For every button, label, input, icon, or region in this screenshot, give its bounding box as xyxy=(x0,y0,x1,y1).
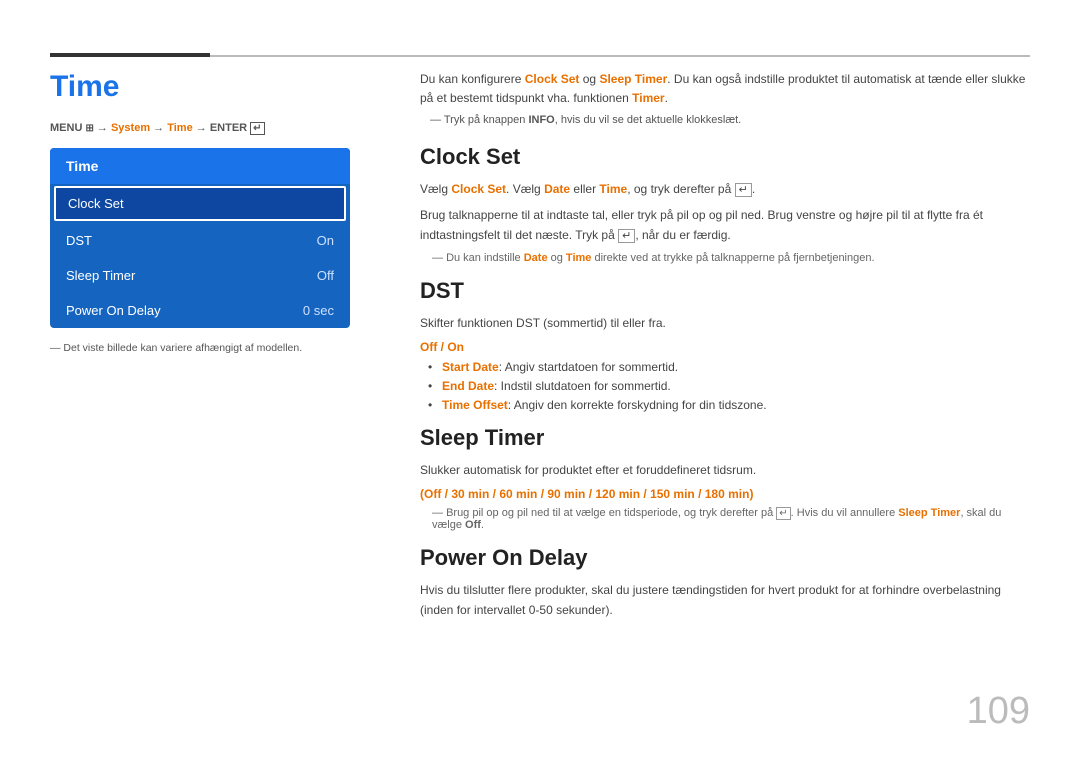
section-title-power-on-delay: Power On Delay xyxy=(420,545,1030,571)
menu-system: System xyxy=(111,122,150,134)
power-on-delay-label: Power On Delay xyxy=(66,303,161,318)
left-panel: Time MENU ⊞ → System → Time → ENTER ↵ Ti… xyxy=(50,70,370,354)
clock-set-para1: Vælg Clock Set. Vælg Date eller Time, og… xyxy=(420,180,1030,200)
dst-bullet-list: Start Date: Angiv startdatoen for sommer… xyxy=(428,358,1030,416)
section-title-dst: DST xyxy=(420,278,1030,304)
dst-label: DST xyxy=(66,233,92,248)
intro-timer-ref: Timer xyxy=(632,91,664,105)
right-panel: Du kan konfigurere Clock Set og Sleep Ti… xyxy=(420,70,1030,627)
power-on-delay-value: 0 sec xyxy=(303,303,334,318)
sleep-timer-para1: Slukker automatisk for produktet efter e… xyxy=(420,461,1030,481)
dst-bullet-time-offset: Time Offset: Angiv den korrekte forskydn… xyxy=(428,396,1030,415)
menu-path: MENU ⊞ → System → Time → ENTER ↵ xyxy=(50,122,370,134)
clock-set-para2: Brug talknapperne til at indtaste tal, e… xyxy=(420,206,1030,246)
sleep-timer-label: Sleep Timer xyxy=(66,268,135,283)
intro-note: Tryk på knappen INFO, hvis du vil se det… xyxy=(420,114,1030,126)
dst-off-on-label: Off / On xyxy=(420,340,1030,354)
intro-paragraph: Du kan konfigurere Clock Set og Sleep Ti… xyxy=(420,70,1030,108)
clock-set-note: Du kan indstille Date og Time direkte ve… xyxy=(420,252,1030,264)
menu-time: Time xyxy=(167,122,192,134)
power-on-delay-para1: Hvis du tilslutter flere produkter, skal… xyxy=(420,581,1030,621)
section-title-sleep-timer: Sleep Timer xyxy=(420,425,1030,451)
ui-menu-item-sleep-timer[interactable]: Sleep Timer Off xyxy=(50,258,350,293)
menu-path-text: MENU xyxy=(50,122,85,134)
sleep-timer-value: Off xyxy=(317,268,334,283)
ui-menu-item-dst[interactable]: DST On xyxy=(50,223,350,258)
sleep-timer-note: Brug pil op og pil ned til at vælge en t… xyxy=(420,507,1030,531)
ui-box-header: Time xyxy=(50,148,350,184)
dst-bullet-end-date: End Date: Indstil slutdatoen for sommert… xyxy=(428,377,1030,396)
top-line-accent xyxy=(50,53,210,57)
dst-value: On xyxy=(317,233,334,248)
intro-clockset-ref: Clock Set xyxy=(525,72,580,86)
section-title-clock-set: Clock Set xyxy=(420,144,1030,170)
dst-bullet-start-date: Start Date: Angiv startdatoen for sommer… xyxy=(428,358,1030,377)
page-number: 109 xyxy=(967,690,1030,733)
ui-menu-item-power-on-delay[interactable]: Power On Delay 0 sec xyxy=(50,293,350,328)
ui-menu-box: Time Clock Set DST On Sleep Timer Off Po… xyxy=(50,148,350,328)
page-title: Time xyxy=(50,70,370,104)
left-note: — Det viste billede kan variere afhængig… xyxy=(50,342,370,354)
clock-set-label: Clock Set xyxy=(68,196,124,211)
dst-para1: Skifter funktionen DST (sommertid) til e… xyxy=(420,314,1030,334)
sleep-timer-options: (Off / 30 min / 60 min / 90 min / 120 mi… xyxy=(420,487,1030,501)
intro-sleeptimer-ref: Sleep Timer xyxy=(599,72,667,86)
ui-menu-item-clock-set[interactable]: Clock Set xyxy=(54,186,346,221)
